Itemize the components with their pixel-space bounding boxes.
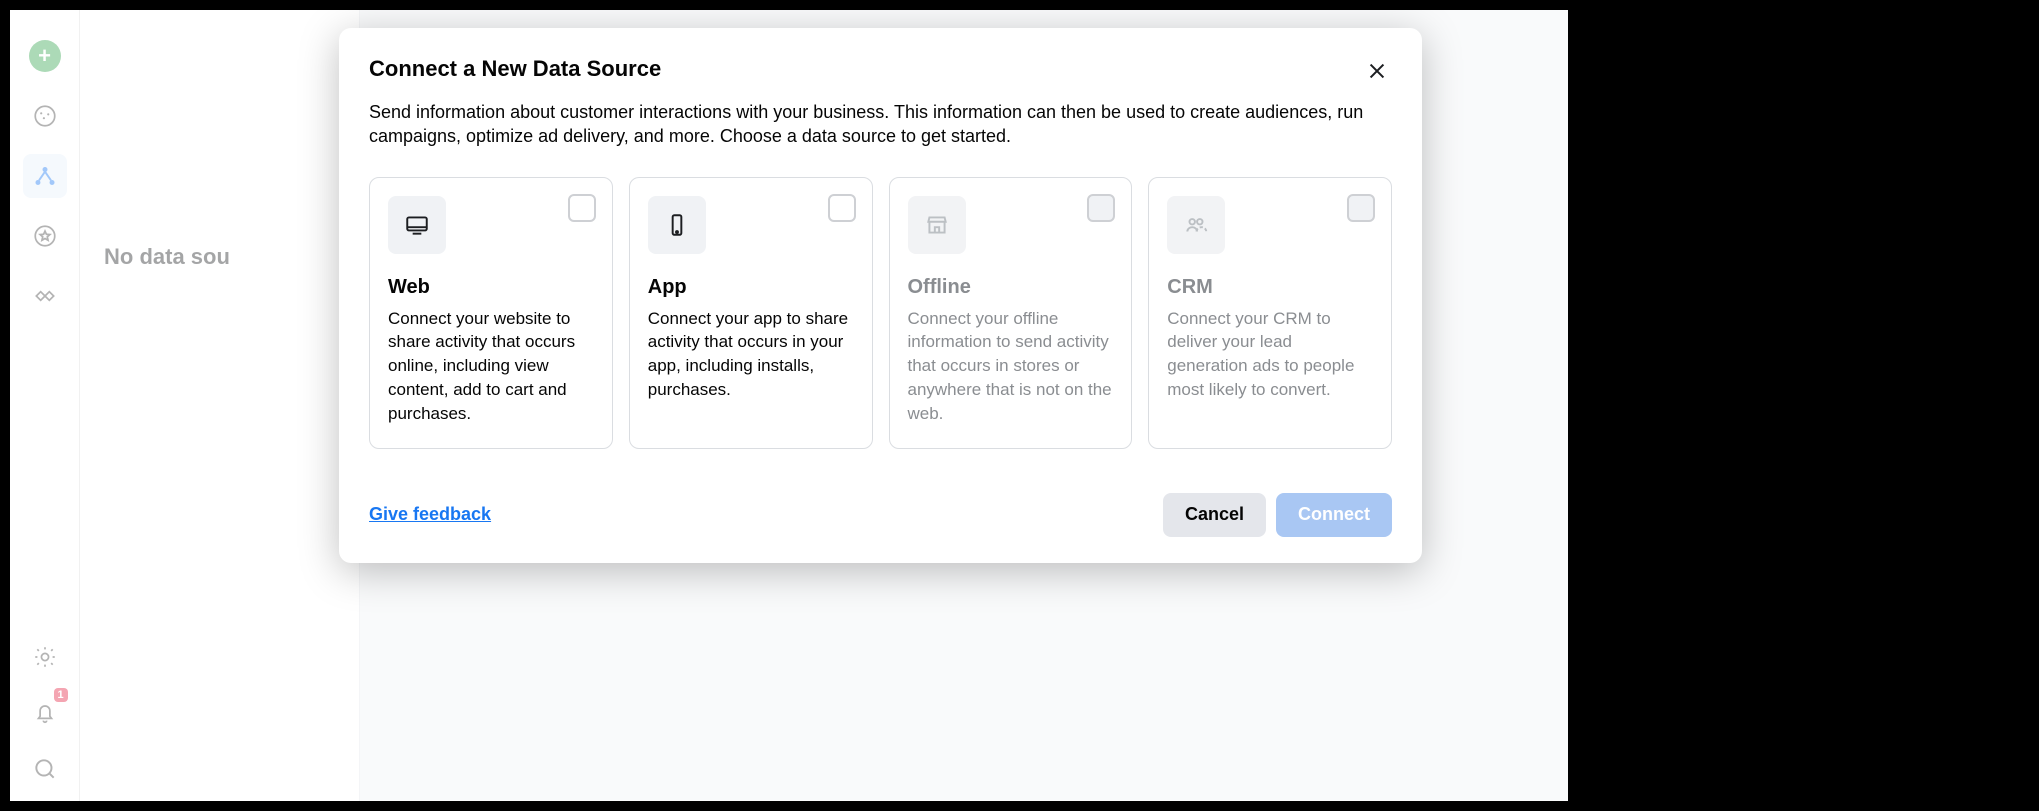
settings-button[interactable] bbox=[23, 635, 67, 679]
close-icon bbox=[1366, 60, 1388, 82]
option-offline-desc: Connect your offline information to send… bbox=[908, 307, 1114, 426]
option-web-desc: Connect your website to share activity t… bbox=[388, 307, 594, 426]
people-icon bbox=[1167, 196, 1225, 254]
option-app-desc: Connect your app to share activity that … bbox=[648, 307, 854, 402]
nav-custom-conversions[interactable] bbox=[23, 214, 67, 258]
smartphone-icon bbox=[648, 196, 706, 254]
network-icon bbox=[32, 163, 58, 189]
search-button[interactable] bbox=[23, 747, 67, 791]
cancel-button[interactable]: Cancel bbox=[1163, 493, 1266, 537]
gear-icon bbox=[32, 644, 58, 670]
option-crm-title: CRM bbox=[1167, 276, 1373, 299]
modal-close-button[interactable] bbox=[1362, 56, 1392, 86]
option-web-title: Web bbox=[388, 276, 594, 299]
bell-icon bbox=[32, 700, 58, 726]
option-offline-title: Offline bbox=[908, 276, 1114, 299]
option-app[interactable]: App Connect your app to share activity t… bbox=[629, 177, 873, 449]
star-icon bbox=[32, 223, 58, 249]
left-nav: + bbox=[10, 10, 80, 801]
desktop-icon bbox=[388, 196, 446, 254]
data-source-options: Web Connect your website to share activi… bbox=[369, 177, 1392, 449]
option-offline: Offline Connect your offline information… bbox=[889, 177, 1133, 449]
option-app-radio[interactable] bbox=[828, 194, 856, 222]
modal-title: Connect a New Data Source bbox=[369, 56, 661, 82]
option-app-title: App bbox=[648, 276, 854, 299]
store-icon bbox=[908, 196, 966, 254]
nav-data-sources[interactable] bbox=[23, 154, 67, 198]
notifications-button[interactable]: 1 bbox=[23, 691, 67, 735]
plus-icon: + bbox=[29, 40, 61, 72]
connect-data-source-modal: Connect a New Data Source Send informati… bbox=[339, 28, 1422, 563]
handshake-icon bbox=[32, 283, 58, 309]
option-offline-radio bbox=[1087, 194, 1115, 222]
notification-badge: 1 bbox=[54, 688, 68, 702]
option-crm-radio bbox=[1347, 194, 1375, 222]
nav-partner-integrations[interactable] bbox=[23, 274, 67, 318]
modal-description: Send information about customer interact… bbox=[369, 100, 1392, 149]
option-crm-desc: Connect your CRM to deliver your lead ge… bbox=[1167, 307, 1373, 402]
option-crm: CRM Connect your CRM to deliver your lea… bbox=[1148, 177, 1392, 449]
create-button[interactable]: + bbox=[23, 34, 67, 78]
option-web-radio[interactable] bbox=[568, 194, 596, 222]
connect-button[interactable]: Connect bbox=[1276, 493, 1392, 537]
nav-overview[interactable] bbox=[23, 94, 67, 138]
no-data-sources-title: No data sou bbox=[104, 244, 335, 270]
option-web[interactable]: Web Connect your website to share activi… bbox=[369, 177, 613, 449]
secondary-panel: No data sou bbox=[80, 10, 360, 801]
give-feedback-link[interactable]: Give feedback bbox=[369, 504, 491, 525]
search-icon bbox=[32, 756, 58, 782]
gauge-icon bbox=[32, 103, 58, 129]
